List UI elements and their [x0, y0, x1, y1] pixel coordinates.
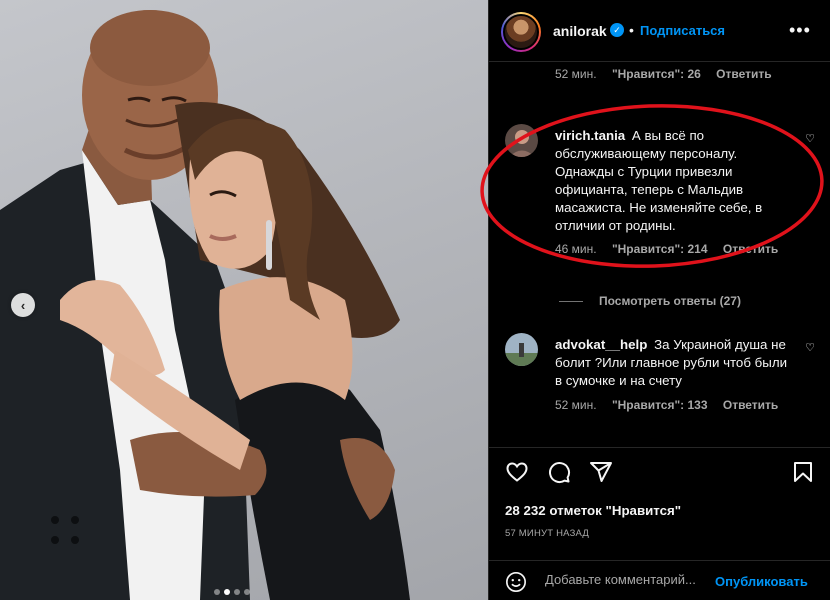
publish-button[interactable]: Опубликовать	[715, 574, 808, 589]
replies-divider	[559, 300, 583, 302]
comment-item: advokat__help За Украиной душа не болит …	[505, 333, 815, 423]
share-icon[interactable]	[589, 460, 613, 484]
carousel-dot-active	[224, 589, 230, 595]
carousel-dot	[234, 589, 240, 595]
post-header: anilorak ✓ • Подписаться •••	[489, 0, 830, 62]
comment-time[interactable]: 52 мин.	[555, 67, 597, 81]
comment-like-count[interactable]: "Нравится": 26	[612, 67, 701, 81]
like-count[interactable]: 28 232 отметок "Нравится"	[505, 503, 681, 518]
commenter-avatar[interactable]	[505, 124, 538, 157]
comment-like-count[interactable]: "Нравится": 214	[612, 242, 708, 256]
author-username[interactable]: anilorak	[553, 23, 607, 39]
photo-illustration	[0, 10, 410, 600]
header-separator: •	[629, 22, 634, 38]
comment-text: А вы всё по обслуживающему персоналу. Од…	[555, 128, 763, 233]
comment-time[interactable]: 46 мин.	[555, 242, 597, 256]
commenter-avatar[interactable]	[505, 333, 538, 366]
add-comment-bar: Опубликовать	[489, 560, 830, 600]
reply-button[interactable]: Ответить	[716, 67, 771, 81]
commenter-username[interactable]: virich.tania	[555, 128, 625, 143]
post-side-panel: anilorak ✓ • Подписаться ••• 52 мин. "Нр…	[488, 0, 830, 600]
comment-body: advokat__help За Украиной душа не болит …	[555, 336, 795, 390]
chevron-left-icon: ‹	[20, 297, 26, 313]
heart-icon[interactable]	[505, 460, 529, 484]
comment-body: virich.tania А вы всё по обслуживающему …	[555, 127, 795, 235]
comment-like-icon[interactable]: ♡	[805, 341, 815, 354]
author-avatar[interactable]	[501, 12, 541, 52]
comment-input[interactable]	[545, 572, 721, 587]
comment-meta: 52 мин. "Нравится": 26 Ответить	[555, 67, 784, 81]
comment-meta: 52 мин. "Нравится": 133 Ответить	[555, 398, 790, 412]
carousel-dots	[214, 589, 250, 595]
carousel-prev-button[interactable]: ‹	[11, 293, 35, 317]
reply-button[interactable]: Ответить	[723, 242, 778, 256]
view-replies-label: Посмотреть ответы (27)	[599, 294, 741, 308]
post-timestamp[interactable]: 57 МИНУТ НАЗАД	[505, 528, 589, 539]
comment-icon[interactable]	[547, 460, 571, 484]
comment-like-count[interactable]: "Нравится": 133	[612, 398, 708, 412]
comment-like-icon[interactable]: ♡	[805, 132, 815, 145]
follow-button[interactable]: Подписаться	[640, 23, 725, 38]
bookmark-icon[interactable]	[791, 460, 815, 484]
comment-meta: 46 мин. "Нравится": 214 Ответить	[555, 242, 790, 256]
carousel-dot	[244, 589, 250, 595]
comment-time[interactable]: 52 мин.	[555, 398, 597, 412]
post-photo[interactable]: ‹	[0, 0, 488, 600]
verified-icon: ✓	[610, 23, 624, 37]
comment-item: virich.tania А вы всё по обслуживающему …	[505, 124, 815, 264]
reply-button[interactable]: Ответить	[723, 398, 778, 412]
more-icon[interactable]: •••	[789, 20, 811, 41]
commenter-username[interactable]: advokat__help	[555, 337, 647, 352]
carousel-dot	[214, 589, 220, 595]
view-replies-button[interactable]: Посмотреть ответы (27)	[559, 294, 741, 308]
emoji-icon[interactable]	[505, 571, 527, 593]
post-actions	[489, 447, 830, 497]
